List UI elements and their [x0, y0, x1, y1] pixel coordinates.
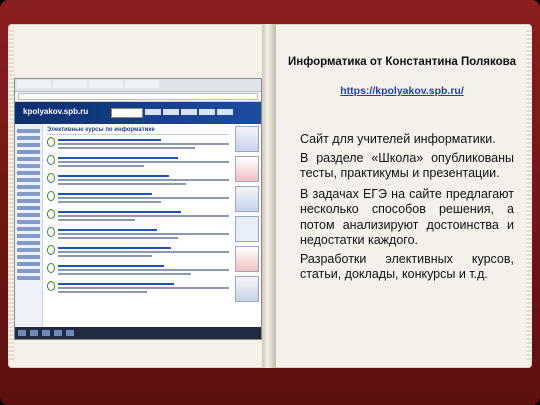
bullet-text: В разделе «Школа» опубликованы тесты, пр…: [300, 150, 514, 181]
list-item: [47, 281, 229, 295]
bullet-list: Сайт для учителей информатики. В разделе…: [290, 132, 514, 285]
site-thumbnails: [233, 124, 261, 338]
list-item: [47, 209, 229, 223]
list-item: [47, 245, 229, 259]
os-taskbar: [15, 327, 261, 339]
site-nav: [145, 109, 233, 115]
bullet-text: Разработки элективных курсов, статьи, до…: [300, 251, 514, 282]
address-bar: [18, 93, 258, 100]
site-header: kpolyakov.spb.ru: [15, 102, 261, 124]
list-item: [47, 227, 229, 241]
browser-address-row: [15, 92, 261, 102]
list-item: [47, 191, 229, 205]
list-item: [47, 155, 229, 169]
browser-tab: [125, 80, 159, 88]
site-sidebar: [15, 124, 43, 338]
browser-tab: [53, 80, 87, 88]
page-edge-right: [526, 30, 532, 360]
bullet-text: В задачах ЕГЭ на сайте предлагают нескол…: [300, 186, 514, 248]
site-main-content: Элективные курсы по информатике: [43, 124, 233, 338]
bullet-item: В разделе «Школа» опубликованы тесты, пр…: [290, 151, 514, 182]
browser-tab: [17, 80, 51, 88]
book-spine: [262, 24, 276, 368]
browser-tab: [89, 80, 123, 88]
book-thumbnail: [235, 126, 259, 152]
book-thumbnail: [235, 156, 259, 182]
bullet-item: В задачах ЕГЭ на сайте предлагают нескол…: [290, 187, 514, 249]
list-item: [47, 263, 229, 277]
page-heading: Информатика от Константина Полякова: [288, 56, 516, 68]
site-logo: kpolyakov.spb.ru: [23, 107, 89, 116]
book-thumbnail: [235, 216, 259, 242]
site-link[interactable]: https://kpolyakov.spb.ru/: [284, 85, 520, 97]
website-screenshot: kpolyakov.spb.ru Элективные курсы по инф…: [14, 78, 262, 340]
book-thumbnail: [235, 246, 259, 272]
site-search-box: [111, 108, 143, 118]
list-item: [47, 173, 229, 187]
book-thumbnail: [235, 186, 259, 212]
bullet-text: Сайт для учителей информатики.: [300, 132, 496, 146]
browser-tab-bar: [15, 79, 261, 92]
book-thumbnail: [235, 276, 259, 302]
bullet-item: Разработки элективных курсов, статьи, до…: [290, 252, 514, 283]
bullet-item: Сайт для учителей информатики.: [290, 132, 514, 148]
list-item: [47, 137, 229, 151]
site-section-title: Элективные курсы по информатике: [47, 127, 229, 135]
